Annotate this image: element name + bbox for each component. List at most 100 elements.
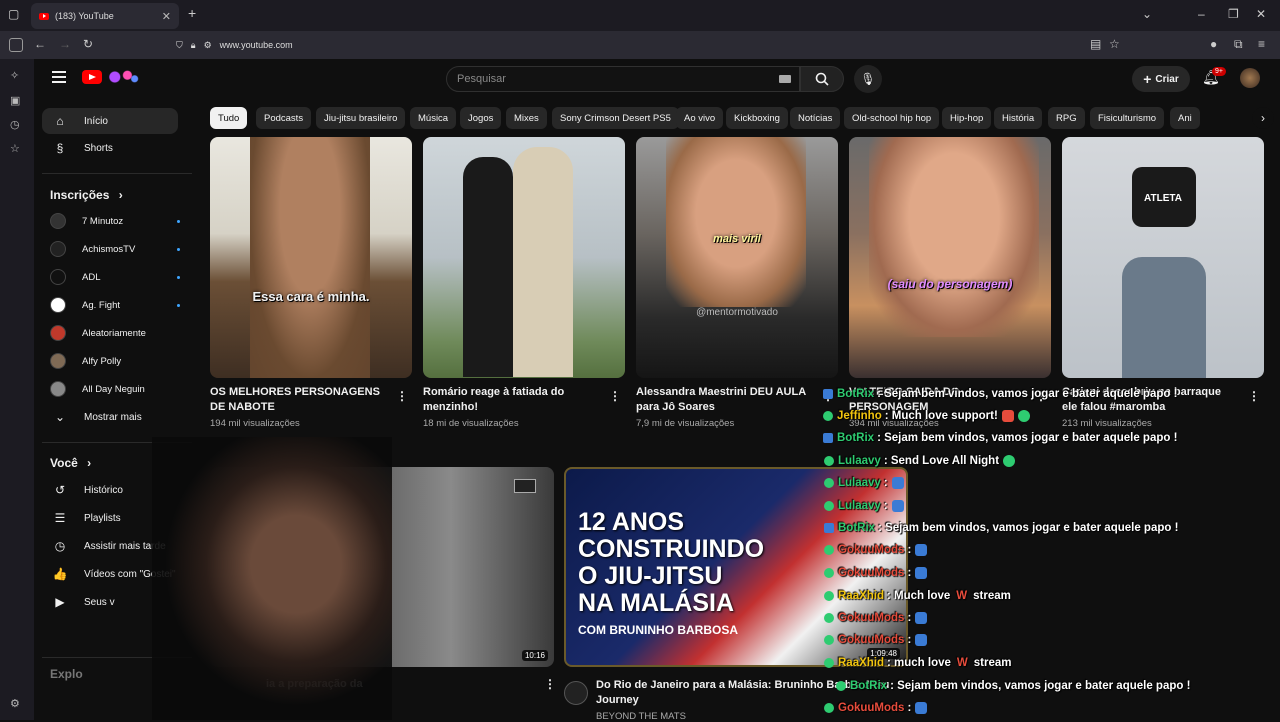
channel-name[interactable]: BEYOND THE MATS: [596, 711, 686, 722]
search-input[interactable]: Pesquisar: [446, 66, 800, 92]
close-window-icon[interactable]: ✕: [1256, 7, 1266, 21]
browser-tab-youtube[interactable]: (183) YouTube ✕: [31, 3, 179, 29]
more-actions-icon[interactable]: ⋮: [544, 677, 556, 691]
chat-badge-icon: [824, 703, 834, 713]
more-actions-icon[interactable]: ⋮: [609, 389, 621, 403]
chat-badge-icon: [824, 613, 834, 623]
subscription-item[interactable]: Aleatoriamente: [50, 322, 170, 344]
tab-list-icon[interactable]: ▢: [8, 7, 19, 21]
voice-search-button[interactable]: 🎙︎: [854, 65, 882, 93]
thumbnail-image: [1122, 257, 1206, 378]
more-actions-icon[interactable]: ⋮: [1248, 389, 1260, 403]
subscription-item[interactable]: ADL: [50, 266, 180, 288]
video-title[interactable]: Alessandra Maestrini DEU AULA para Jô So…: [636, 385, 812, 415]
menu-icon[interactable]: ≡: [1258, 37, 1265, 51]
video-thumbnail[interactable]: [423, 137, 625, 378]
channel-avatar: [50, 325, 66, 341]
chat-badge-icon: [824, 523, 834, 533]
chat-username: Lulaavy: [838, 455, 881, 467]
w-emote-icon: W: [956, 657, 968, 669]
filter-chip[interactable]: Old-school hip hop: [844, 107, 940, 129]
sidebar-toggle-icon[interactable]: [9, 38, 23, 52]
filter-chip[interactable]: Jogos: [460, 107, 502, 129]
search-button[interactable]: [800, 66, 844, 92]
subscription-item[interactable]: 7 Minutoz: [50, 210, 180, 232]
account-icon[interactable]: ●: [1210, 37, 1217, 51]
new-content-dot-icon: [177, 219, 180, 223]
video-title[interactable]: Romário reage à fatiada do menzinho!: [423, 385, 599, 415]
thumbnail-headline: 12 ANOS: [578, 508, 685, 536]
reload-icon[interactable]: ↻: [83, 37, 93, 51]
filter-chip[interactable]: Kickboxing: [726, 107, 788, 129]
forward-icon[interactable]: →: [59, 37, 71, 51]
new-content-dot-icon: [177, 275, 180, 279]
you-header[interactable]: Você ›: [50, 456, 91, 470]
back-icon[interactable]: ←: [34, 37, 46, 51]
video-thumbnail[interactable]: (saiu do personagem): [849, 137, 1051, 378]
account-avatar[interactable]: [1240, 68, 1260, 88]
filter-chip[interactable]: RPG: [1048, 107, 1085, 129]
chat-text: :: [907, 702, 912, 714]
subscription-label: Ag. Fight: [82, 299, 121, 311]
subscription-item[interactable]: Ag. Fight: [50, 294, 180, 316]
emote-icon: [915, 612, 928, 624]
minimize-icon[interactable]: –: [1198, 7, 1205, 21]
keyboard-icon[interactable]: [779, 75, 791, 83]
filter-chip[interactable]: Tudo: [210, 107, 248, 129]
home-icon: ⌂: [56, 114, 64, 128]
filter-chip[interactable]: Sony Crimson Desert PS5: [552, 107, 679, 129]
subscription-item[interactable]: All Day Neguin: [50, 378, 170, 400]
subscription-label: ADL: [82, 271, 101, 283]
youtube-doodle-icon[interactable]: [104, 68, 140, 86]
ai-sparkle-icon[interactable]: ✧: [10, 69, 19, 82]
chat-text: :: [907, 544, 912, 556]
history-icon[interactable]: ◷: [10, 118, 20, 131]
filter-chip[interactable]: Fisiculturismo: [1090, 107, 1165, 129]
new-tab-button[interactable]: +: [188, 5, 196, 21]
video-thumbnail[interactable]: ATLETA: [1062, 137, 1264, 378]
guide-menu-icon[interactable]: [52, 71, 66, 86]
maximize-icon[interactable]: ❐: [1228, 7, 1239, 21]
subscription-item[interactable]: AchismosTV: [50, 238, 180, 260]
thumbnail-caption: Essa cara é minha.: [252, 289, 370, 304]
filter-chip[interactable]: Podcasts: [256, 107, 312, 129]
youtube-logo-icon[interactable]: [82, 70, 102, 84]
more-actions-icon[interactable]: ⋮: [396, 389, 408, 403]
settings-gear-icon[interactable]: ⚙: [10, 697, 20, 710]
create-button[interactable]: + Criar: [1132, 66, 1190, 92]
guide-item-shorts[interactable]: § Shorts: [42, 135, 178, 161]
video-title[interactable]: OS MELHORES PERSONAGENS DE NABOTE: [210, 385, 386, 415]
address-bar[interactable]: ⛉ 🔒︎ ⚙ www.youtube.com: [176, 33, 1132, 57]
video-thumbnail[interactable]: Essa cara é minha.: [210, 137, 412, 378]
chips-next-button[interactable]: ›: [1252, 107, 1274, 129]
chat-text: : Sejam bem vindos, vamos jogar e bater …: [877, 388, 1178, 400]
chevron-down-icon[interactable]: ⌄: [1142, 7, 1152, 21]
chat-text: : Much love support!: [884, 410, 998, 422]
filter-chip[interactable]: História: [994, 107, 1043, 129]
show-more-button[interactable]: ⌄ Mostrar mais: [42, 404, 178, 430]
bookmark-star-icon[interactable]: ☆: [1109, 37, 1120, 51]
synced-tabs-icon[interactable]: ▣: [10, 94, 20, 107]
extensions-icon[interactable]: ⧉: [1234, 37, 1243, 52]
filter-chip[interactable]: Música: [410, 107, 457, 129]
subscriptions-header[interactable]: Inscrições ›: [50, 188, 123, 202]
filter-chip[interactable]: Jiu-jitsu brasileiro: [316, 107, 406, 129]
emote-icon: [915, 544, 928, 556]
explore-header[interactable]: Explo: [50, 667, 83, 681]
bookmarks-icon[interactable]: ☆: [10, 142, 20, 155]
streamer-webcam-overlay: [152, 437, 392, 720]
filter-chip[interactable]: Hip-hop: [942, 107, 992, 129]
reader-view-icon[interactable]: ▤: [1090, 37, 1101, 51]
subscription-item[interactable]: Alfy Polly: [50, 350, 170, 372]
video-thumbnail[interactable]: mais viril @mentormotivado: [636, 137, 838, 378]
filter-chip[interactable]: Ani: [1170, 107, 1200, 129]
filter-chip[interactable]: Notícias: [790, 107, 841, 129]
emote-icon: [1001, 410, 1014, 422]
filter-chip[interactable]: Mixes: [506, 107, 547, 129]
chat-text: : Sejam bem vindos, vamos jogar e bater …: [878, 522, 1179, 534]
search-icon: [815, 72, 829, 86]
channel-avatar[interactable]: [564, 681, 588, 705]
tab-close-icon[interactable]: ✕: [162, 10, 171, 23]
guide-item-home[interactable]: ⌂ Início: [42, 108, 178, 134]
filter-chip[interactable]: Ao vivo: [676, 107, 724, 129]
